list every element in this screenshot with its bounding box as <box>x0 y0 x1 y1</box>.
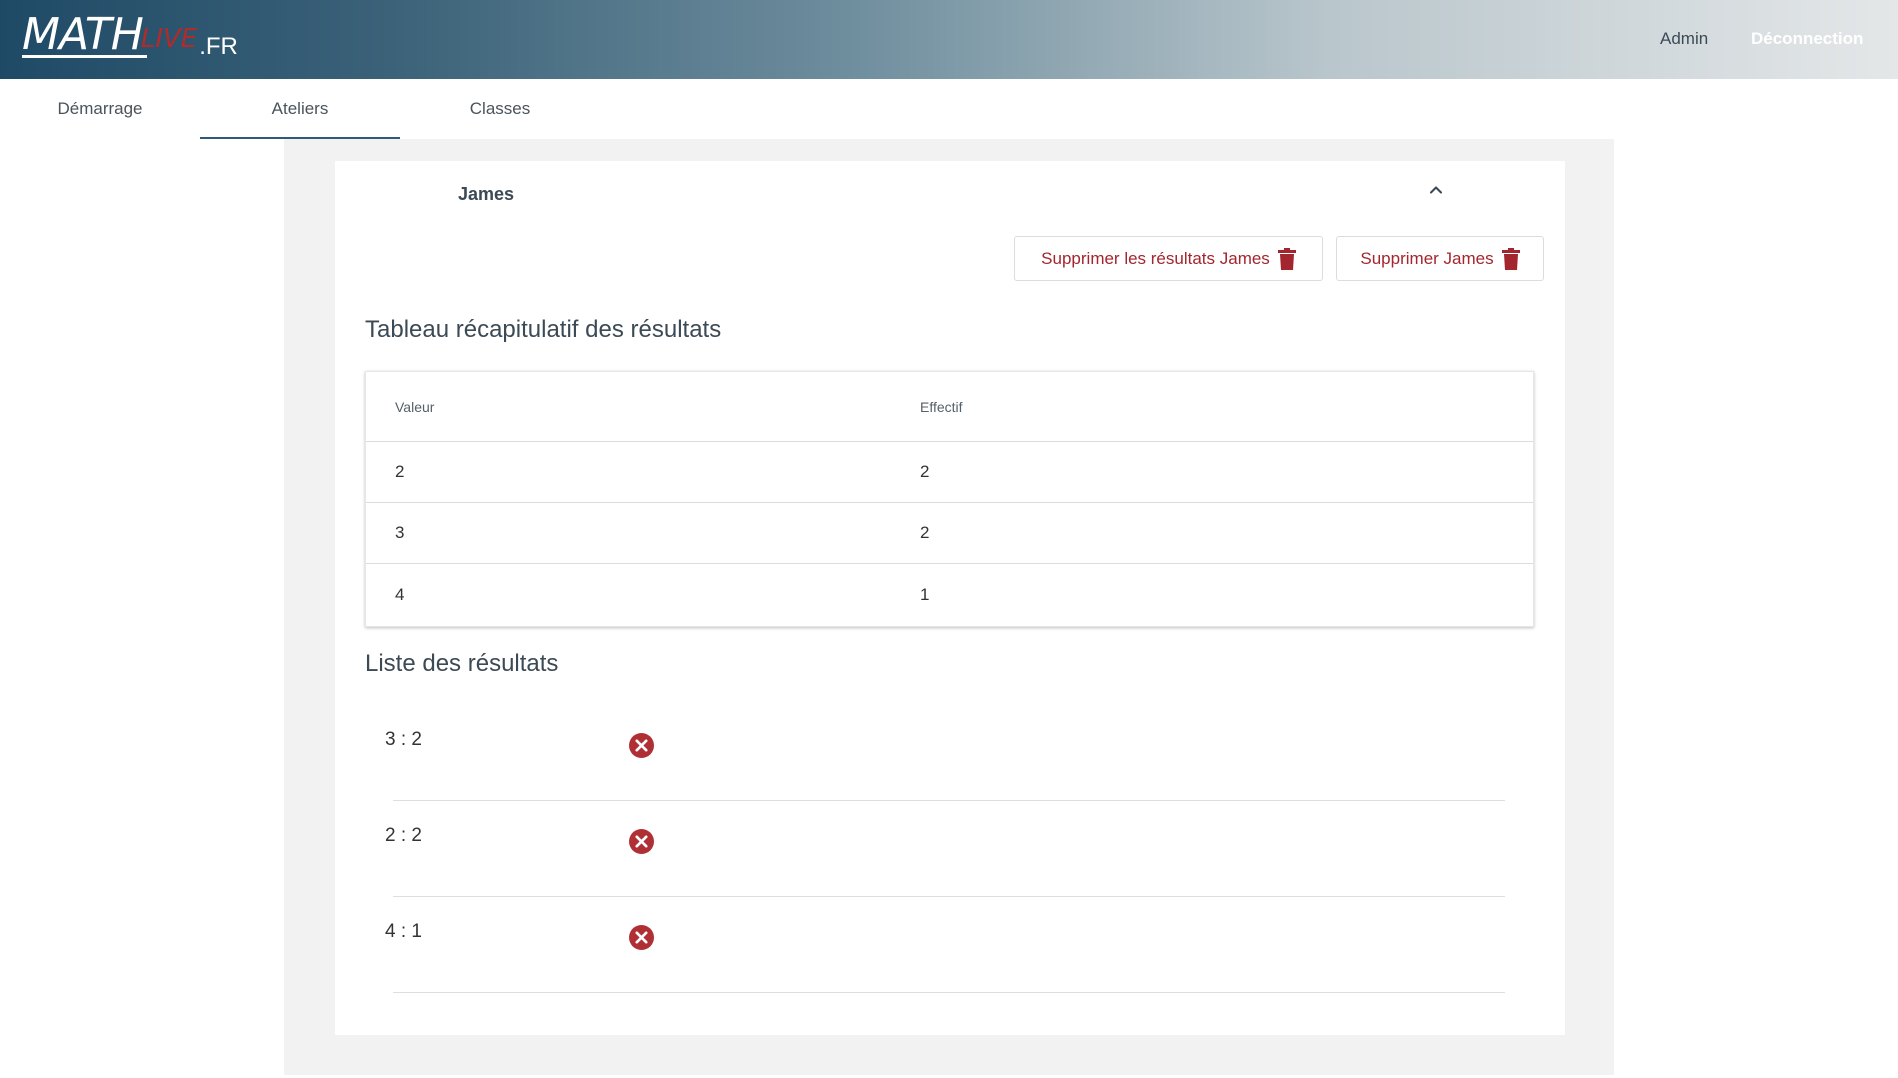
close-circle-icon[interactable] <box>629 733 654 758</box>
table-row: 2 2 <box>366 442 1533 503</box>
cell-effectif: 2 <box>920 523 930 542</box>
mathlive-logo[interactable]: MATH LIVE .FR <box>22 12 238 60</box>
list-item: 2 : 2 <box>385 801 1505 897</box>
logout-link[interactable]: Déconnection <box>1751 29 1863 49</box>
tab-classes[interactable]: Classes <box>400 79 600 139</box>
close-circle-icon[interactable] <box>629 925 654 950</box>
cell-valeur: 4 <box>395 584 405 604</box>
cell-valeur: 2 <box>395 462 405 481</box>
delete-student-label: Supprimer James <box>1360 248 1494 268</box>
column-header-effectif[interactable]: Effectif <box>920 399 963 415</box>
tab-ateliers[interactable]: Ateliers <box>200 79 400 139</box>
cell-valeur: 3 <box>395 523 405 542</box>
cell-effectif: 1 <box>920 584 930 604</box>
logo-accent-text: LIVE <box>140 24 198 54</box>
top-app-bar: MATH LIVE .FR Admin Déconnection <box>0 0 1898 79</box>
logo-suffix-text: .FR <box>199 33 238 60</box>
column-header-valeur[interactable]: Valeur <box>366 399 920 415</box>
result-text: 2 : 2 <box>385 825 422 846</box>
trash-icon <box>1277 247 1296 270</box>
admin-link[interactable]: Admin <box>1660 29 1708 49</box>
cell-effectif: 2 <box>920 462 930 481</box>
table-row: 4 1 <box>366 564 1533 625</box>
result-text: 4 : 1 <box>385 921 422 942</box>
table-header: Valeur Effectif <box>366 372 1533 442</box>
result-text: 3 : 2 <box>385 729 422 750</box>
logo-main-text: MATH <box>22 13 147 58</box>
summary-title: Tableau récapitulatif des résultats <box>365 316 722 343</box>
summary-table: Valeur Effectif 2 2 3 2 4 1 <box>365 371 1534 627</box>
list-item: 3 : 2 <box>385 705 1505 801</box>
delete-student-button[interactable]: Supprimer James <box>1336 236 1544 281</box>
tab-demarrage[interactable]: Démarrage <box>0 79 200 139</box>
delete-results-button[interactable]: Supprimer les résultats James <box>1014 236 1323 281</box>
close-circle-icon[interactable] <box>629 829 654 854</box>
list-item: 4 : 1 <box>385 897 1505 993</box>
trash-icon <box>1501 247 1520 270</box>
chevron-up-icon[interactable] <box>1426 180 1446 200</box>
main-tabs: Démarrage Ateliers Classes <box>0 79 600 139</box>
student-name[interactable]: James <box>458 184 514 205</box>
delete-results-label: Supprimer les résultats James <box>1041 248 1270 268</box>
results-list-title: Liste des résultats <box>365 650 559 677</box>
table-row: 3 2 <box>366 503 1533 564</box>
